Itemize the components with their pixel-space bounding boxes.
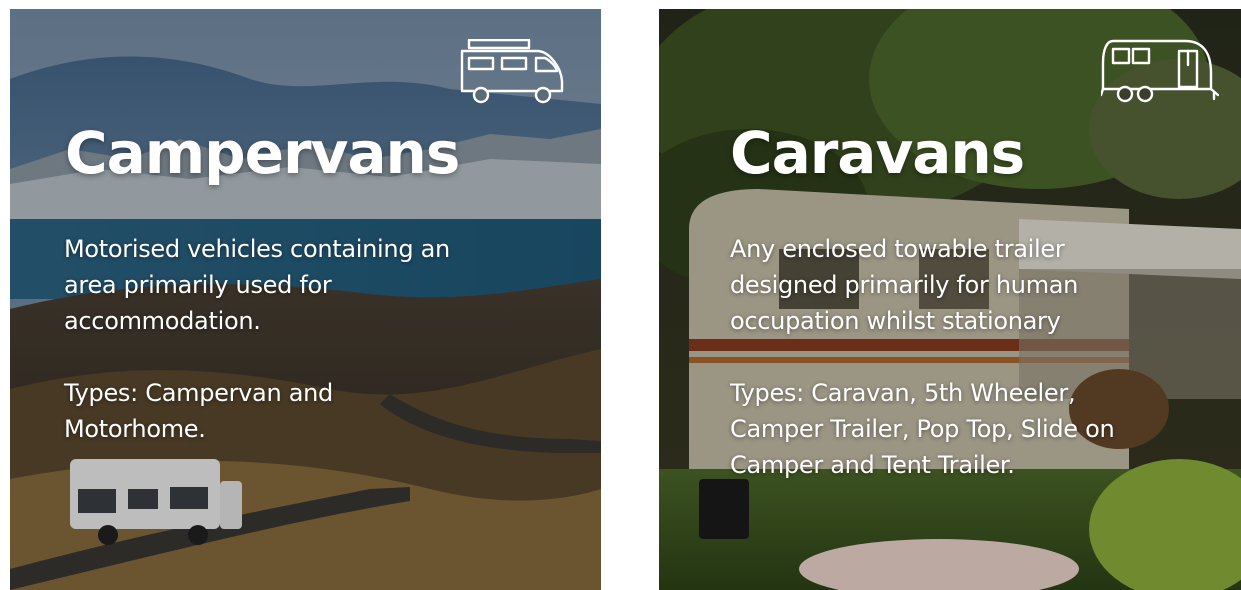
caravan-icon — [1101, 39, 1219, 105]
campervans-types: Types: Campervan and Motorhome. — [64, 379, 333, 443]
caravans-description: Any enclosed towable trailer designed pr… — [730, 235, 1079, 335]
campervan-icon — [459, 39, 565, 105]
caravans-card[interactable]: Caravans Any enclosed towable trailer de… — [659, 9, 1241, 590]
campervans-title: Campervans — [65, 119, 460, 187]
caravans-types: Types: Caravan, 5th Wheeler, Camper Trai… — [730, 379, 1115, 479]
caravans-title: Caravans — [730, 119, 1025, 187]
campervans-card[interactable]: Campervans Motorised vehicles containing… — [10, 9, 601, 590]
campervans-description: Motorised vehicles containing an area pr… — [64, 235, 450, 335]
